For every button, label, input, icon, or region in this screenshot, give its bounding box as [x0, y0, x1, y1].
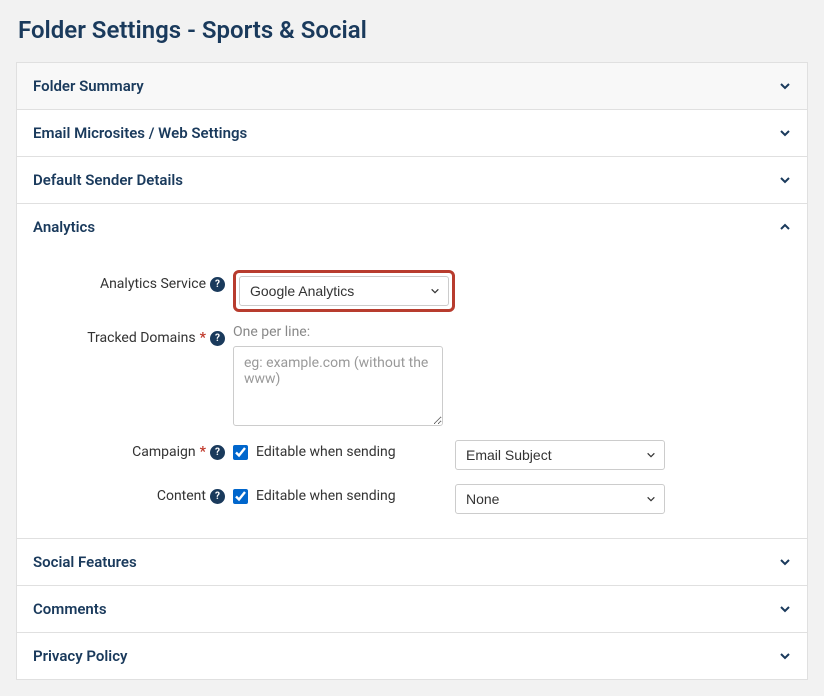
section-header-default-sender[interactable]: Default Sender Details	[17, 157, 807, 203]
chevron-down-icon	[779, 127, 791, 139]
content-editable-label: Editable when sending	[256, 488, 396, 504]
label-content: Content ?	[33, 482, 233, 504]
section-social-features: Social Features	[17, 539, 807, 586]
row-analytics-service: Analytics Service ? Google Analytics	[33, 270, 791, 312]
section-header-analytics[interactable]: Analytics	[17, 204, 807, 250]
chevron-down-icon	[779, 80, 791, 92]
section-default-sender: Default Sender Details	[17, 157, 807, 204]
highlight-analytics-service: Google Analytics	[233, 270, 455, 312]
section-title: Default Sender Details	[33, 171, 183, 189]
help-icon[interactable]: ?	[210, 445, 225, 460]
section-title: Email Microsites / Web Settings	[33, 124, 247, 142]
section-privacy-policy: Privacy Policy	[17, 633, 807, 679]
label-text: Campaign	[132, 444, 195, 460]
section-title: Analytics	[33, 218, 95, 236]
page-title: Folder Settings - Sports & Social	[16, 16, 808, 44]
label-text: Tracked Domains	[87, 330, 195, 346]
label-analytics-service: Analytics Service ?	[33, 270, 233, 292]
section-analytics: Analytics Analytics Service ? Google Ana…	[17, 204, 807, 539]
section-header-email-microsites[interactable]: Email Microsites / Web Settings	[17, 110, 807, 156]
content-editable-checkbox[interactable]	[233, 489, 248, 504]
help-icon[interactable]: ?	[210, 277, 225, 292]
help-icon[interactable]: ?	[210, 331, 225, 346]
tracked-domains-hint: One per line:	[233, 324, 310, 340]
chevron-down-icon	[779, 650, 791, 662]
section-title: Privacy Policy	[33, 647, 127, 665]
row-campaign: Campaign * ? Editable when sending Email…	[33, 438, 791, 470]
chevron-down-icon	[779, 603, 791, 615]
label-text: Content	[157, 488, 206, 504]
required-marker: *	[200, 444, 206, 460]
section-header-privacy-policy[interactable]: Privacy Policy	[17, 633, 807, 679]
campaign-editable-label: Editable when sending	[256, 444, 396, 460]
required-marker: *	[200, 330, 206, 346]
analytics-service-select[interactable]: Google Analytics	[239, 276, 449, 306]
help-icon[interactable]: ?	[210, 489, 225, 504]
section-comments: Comments	[17, 586, 807, 633]
section-title: Folder Summary	[33, 77, 144, 95]
section-email-microsites: Email Microsites / Web Settings	[17, 110, 807, 157]
section-header-social-features[interactable]: Social Features	[17, 539, 807, 585]
row-tracked-domains: Tracked Domains * ? One per line:	[33, 324, 791, 426]
chevron-down-icon	[779, 174, 791, 186]
chevron-up-icon	[779, 221, 791, 233]
section-header-comments[interactable]: Comments	[17, 586, 807, 632]
analytics-body: Analytics Service ? Google Analytics Tra…	[17, 250, 807, 538]
campaign-select[interactable]: Email Subject	[455, 440, 665, 470]
campaign-editable-checkbox[interactable]	[233, 445, 248, 460]
label-tracked-domains: Tracked Domains * ?	[33, 324, 233, 346]
settings-accordion: Folder Summary Email Microsites / Web Se…	[16, 62, 808, 680]
section-title: Social Features	[33, 553, 137, 571]
section-folder-summary: Folder Summary	[17, 63, 807, 110]
section-title: Comments	[33, 600, 107, 618]
label-text: Analytics Service	[100, 276, 206, 292]
chevron-down-icon	[779, 556, 791, 568]
label-campaign: Campaign * ?	[33, 438, 233, 460]
tracked-domains-textarea[interactable]	[233, 346, 443, 426]
section-header-folder-summary[interactable]: Folder Summary	[17, 63, 807, 109]
row-content: Content ? Editable when sending None	[33, 482, 791, 514]
content-select[interactable]: None	[455, 484, 665, 514]
